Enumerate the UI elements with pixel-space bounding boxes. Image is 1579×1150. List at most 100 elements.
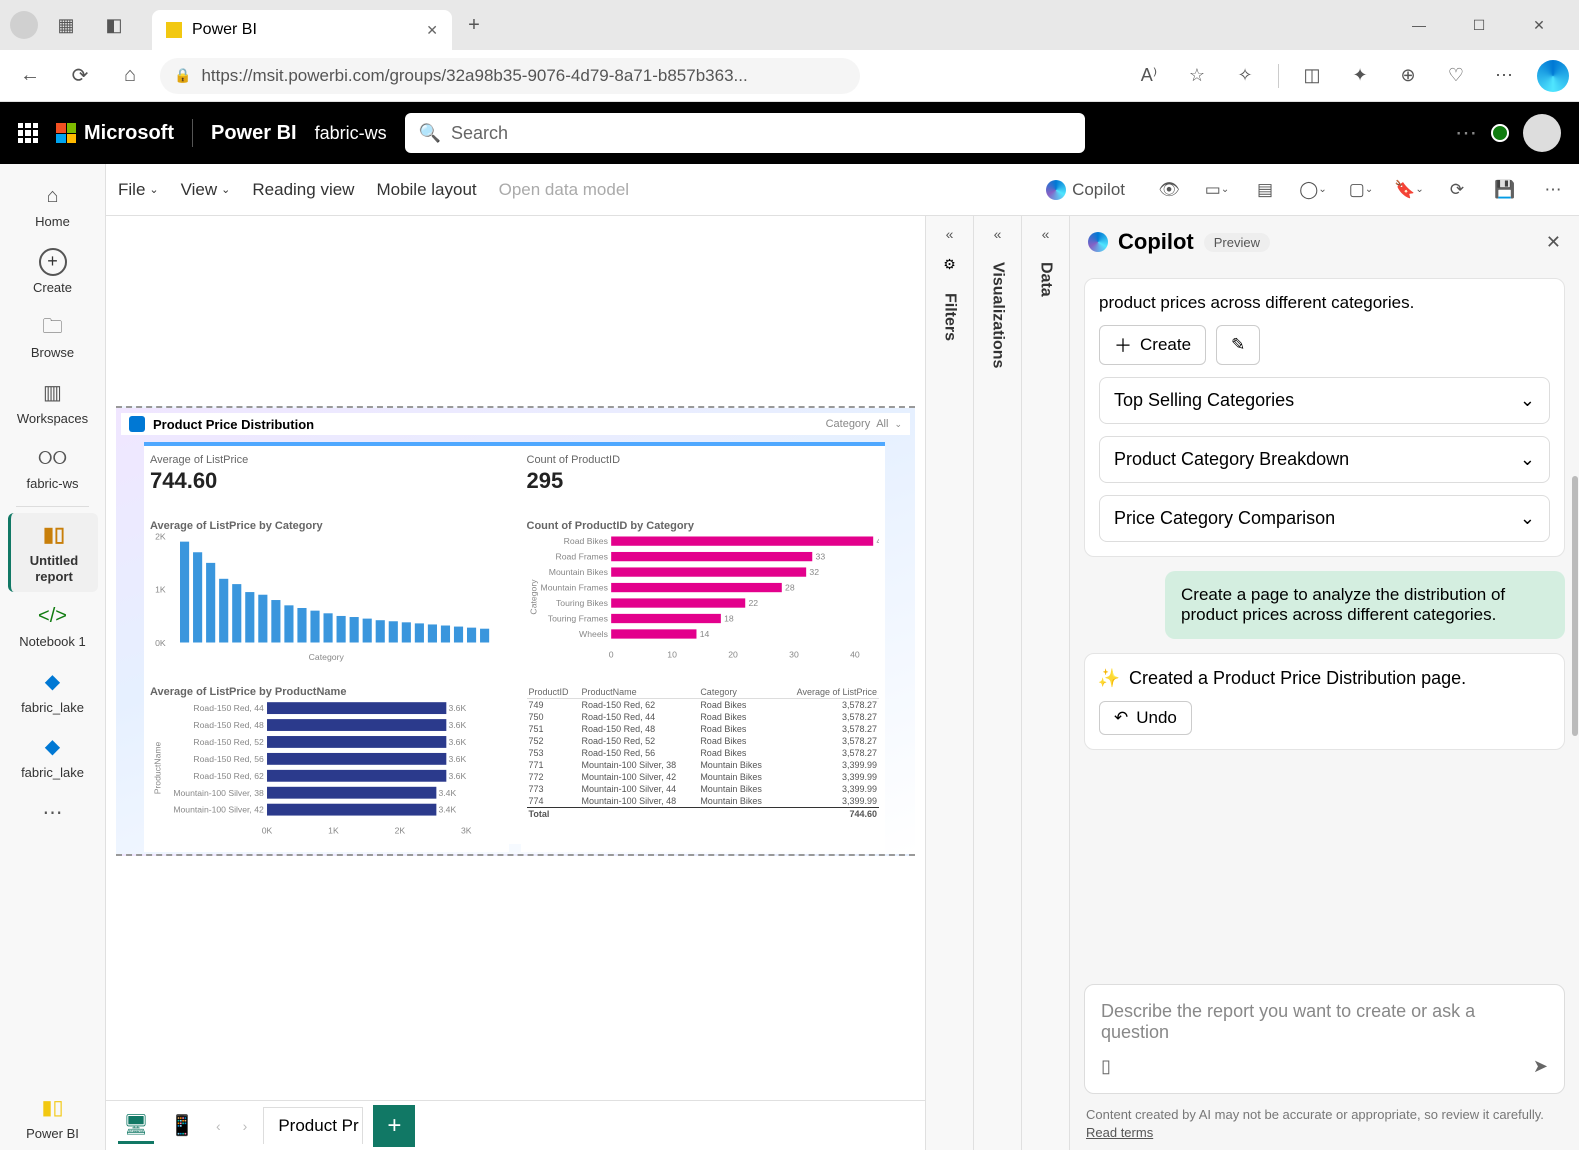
edit-button[interactable]: ✎ — [1216, 325, 1260, 365]
svg-text:3K: 3K — [461, 826, 472, 836]
desktop-view-icon[interactable]: 🖥 — [118, 1108, 154, 1144]
new-tab-button[interactable]: + — [456, 7, 492, 43]
left-nav-rail: ⌂Home +Create 🗀Browse ▥Workspaces ୦୦fabr… — [0, 164, 106, 1150]
report-canvas[interactable]: Product Price Distribution Category All … — [106, 216, 925, 1100]
kpi-count-productid[interactable]: Count of ProductID 295 — [521, 450, 886, 510]
svg-text:Touring Frames: Touring Frames — [547, 614, 608, 624]
nav-fabric-lake-1[interactable]: ◆fabric_lake — [8, 660, 98, 724]
chevron-down-icon: ⌄ — [1520, 449, 1535, 470]
menu-reading-view[interactable]: Reading view — [252, 180, 354, 200]
add-page-button[interactable]: + — [373, 1105, 415, 1147]
chart-avg-by-category[interactable]: Average of ListPrice by Category 0K1K2KC… — [144, 516, 509, 676]
close-window-button[interactable]: ✕ — [1519, 17, 1559, 34]
favorite-icon[interactable]: ☆ — [1182, 61, 1212, 91]
next-page-button[interactable]: › — [237, 1118, 254, 1134]
copilot-input[interactable]: Describe the report you want to create o… — [1084, 984, 1565, 1094]
read-aloud-icon[interactable]: A⁾ — [1134, 61, 1164, 91]
shapes-icon[interactable]: ◯⌄ — [1299, 176, 1327, 204]
send-icon[interactable]: ➤ — [1533, 1056, 1548, 1077]
slicer-category[interactable]: Category All ⌄ — [826, 418, 902, 430]
close-tab-icon[interactable]: ✕ — [426, 22, 438, 39]
read-terms-link[interactable]: Read terms — [1086, 1125, 1153, 1140]
app-launcher-icon[interactable] — [18, 123, 38, 143]
page-tab-bar: 🖥 📱 ‹ › Product Pr + — [106, 1100, 925, 1150]
svg-text:2K: 2K — [395, 826, 406, 836]
menu-mobile-layout[interactable]: Mobile layout — [376, 180, 476, 200]
profile-icon[interactable] — [10, 11, 38, 39]
visualizations-pane-collapsed[interactable]: « Visualizations — [973, 216, 1021, 1150]
attach-icon[interactable]: ▯ — [1101, 1056, 1111, 1077]
browser-tab[interactable]: Power BI ✕ — [152, 10, 452, 50]
more-icon[interactable]: ⋯ — [1489, 61, 1519, 91]
product-table[interactable]: ProductIDProductNameCategoryAverage of L… — [521, 682, 886, 852]
visual-icon[interactable]: ▤ — [1251, 176, 1279, 204]
chart-count-by-category[interactable]: Count of ProductID by Category CategoryR… — [521, 516, 886, 676]
report-title-icon — [129, 416, 145, 432]
svg-text:2K: 2K — [155, 532, 166, 542]
collections-icon[interactable]: ⊕ — [1393, 61, 1423, 91]
back-button[interactable]: ← — [10, 56, 50, 96]
workspaces-icon[interactable]: ▦ — [46, 5, 86, 45]
expand-filters-icon[interactable]: « — [946, 226, 954, 242]
kpi-avg-listprice[interactable]: Average of ListPrice 744.60 — [144, 450, 509, 510]
close-copilot-button[interactable]: ✕ — [1546, 232, 1561, 253]
data-pane-collapsed[interactable]: « Data — [1021, 216, 1069, 1150]
buttons-icon[interactable]: ▢⌄ — [1347, 176, 1375, 204]
performance-icon[interactable]: ♡ — [1441, 61, 1471, 91]
filters-pane-collapsed[interactable]: « ⚙ Filters — [925, 216, 973, 1150]
tab-actions-icon[interactable]: ◧ — [94, 5, 134, 45]
svg-text:ProductName: ProductName — [152, 741, 162, 794]
nav-more[interactable]: ⋯ — [8, 791, 98, 835]
chart-avg-by-productname[interactable]: Average of ListPrice by ProductName Prod… — [144, 682, 509, 852]
svg-text:Touring Bikes: Touring Bikes — [555, 598, 608, 608]
home-button[interactable]: ⌂ — [110, 56, 150, 96]
explore-icon[interactable]: 👁 — [1155, 176, 1183, 204]
prev-page-button[interactable]: ‹ — [210, 1118, 227, 1134]
nav-untitled-report[interactable]: ▮▯Untitled report — [8, 513, 98, 592]
bookmark-icon[interactable]: 🔖⌄ — [1395, 176, 1423, 204]
suggestion-category-breakdown[interactable]: Product Category Breakdown⌄ — [1099, 436, 1550, 483]
address-bar[interactable]: 🔒 https://msit.powerbi.com/groups/32a98b… — [160, 58, 860, 94]
favorites-icon[interactable]: ✦ — [1345, 61, 1375, 91]
refresh-button[interactable]: ⟳ — [60, 56, 100, 96]
extensions-icon[interactable]: ✧ — [1230, 61, 1260, 91]
user-message: Create a page to analyze the distributio… — [1165, 571, 1565, 639]
menu-file[interactable]: File ⌄ — [118, 180, 159, 200]
workspace-name[interactable]: fabric-ws — [315, 123, 387, 144]
nav-powerbi[interactable]: ▮▯Power BI — [8, 1086, 98, 1150]
user-avatar[interactable] — [1523, 114, 1561, 152]
text-box-icon[interactable]: ▭⌄ — [1203, 176, 1231, 204]
split-screen-icon[interactable]: ◫ — [1297, 61, 1327, 91]
toolbar-more-icon[interactable]: ⋯ — [1539, 176, 1567, 204]
suggestion-top-selling[interactable]: Top Selling Categories⌄ — [1099, 377, 1550, 424]
nav-workspaces[interactable]: ▥Workspaces — [8, 371, 98, 435]
chevron-down-icon: ⌄ — [1520, 390, 1535, 411]
nav-notebook[interactable]: </>Notebook 1 — [8, 594, 98, 658]
undo-icon: ↶ — [1114, 708, 1128, 728]
phone-view-icon[interactable]: 📱 — [164, 1108, 200, 1144]
page-tab-product[interactable]: Product Pr — [263, 1107, 363, 1144]
refresh-icon[interactable]: ⟳ — [1443, 176, 1471, 204]
maximize-button[interactable]: ☐ — [1459, 17, 1499, 34]
scrollbar-thumb[interactable] — [1572, 476, 1578, 736]
save-icon[interactable]: 💾 — [1491, 176, 1519, 204]
nav-home[interactable]: ⌂Home — [8, 174, 98, 238]
nav-fabric-lake-2[interactable]: ◆fabric_lake — [8, 725, 98, 789]
minimize-button[interactable]: — — [1399, 17, 1439, 34]
copilot-browser-icon[interactable] — [1537, 60, 1569, 92]
toolbar-copilot-button[interactable]: Copilot — [1036, 176, 1135, 204]
svg-text:Mountain-100 Silver, 42: Mountain-100 Silver, 42 — [173, 805, 264, 815]
filter-settings-icon[interactable]: ⚙ — [943, 256, 956, 273]
create-button[interactable]: ＋Create — [1099, 325, 1206, 365]
nav-fabric-ws[interactable]: ୦୦fabric-ws — [8, 436, 98, 500]
nav-browse[interactable]: 🗀Browse — [8, 305, 98, 369]
global-search[interactable]: 🔍 Search — [405, 113, 1085, 153]
expand-data-icon[interactable]: « — [1042, 226, 1050, 242]
nav-create[interactable]: +Create — [8, 240, 98, 304]
expand-viz-icon[interactable]: « — [994, 226, 1002, 242]
undo-button[interactable]: ↶Undo — [1099, 701, 1192, 735]
menu-view[interactable]: View ⌄ — [181, 180, 231, 200]
copilot-logo-icon — [1088, 232, 1108, 252]
suggestion-price-comparison[interactable]: Price Category Comparison⌄ — [1099, 495, 1550, 542]
product-name[interactable]: Power BI — [211, 122, 297, 145]
